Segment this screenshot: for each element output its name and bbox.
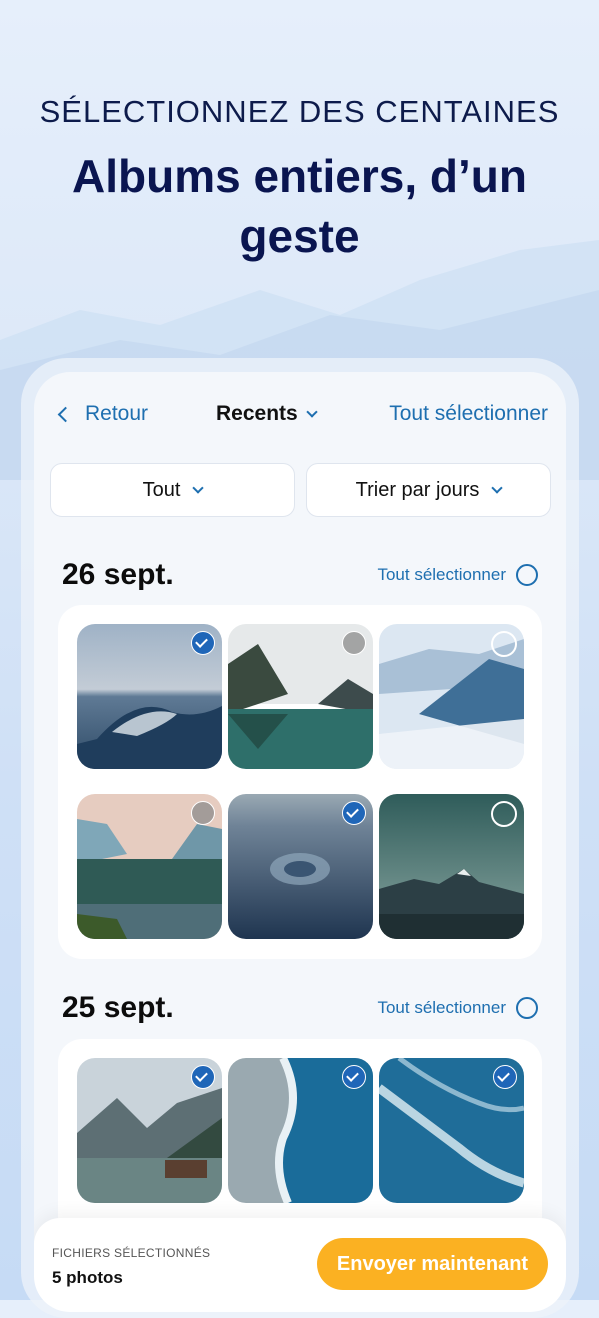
forest-sunset-photo[interactable] (77, 794, 222, 939)
photo-card (58, 605, 542, 959)
select-circle-icon[interactable] (516, 997, 538, 1019)
section-header: 25 sept. Tout sélectionner (34, 991, 566, 1031)
send-now-button[interactable]: Envoyer maintenant (317, 1238, 548, 1290)
section-date: 26 sept. (62, 558, 174, 591)
water-splash-photo[interactable] (228, 794, 373, 939)
selected-check-icon (191, 1065, 215, 1089)
alpine-lake-cabin-photo[interactable] (77, 1058, 222, 1203)
sort-dropdown[interactable]: Trier par jours (306, 463, 551, 517)
type-filter-label: Tout (142, 478, 181, 501)
selected-check-icon (191, 631, 215, 655)
section-select-all-label: Tout sélectionner (377, 998, 506, 1017)
title-line-2: geste (239, 210, 360, 262)
unselected-circle-icon (491, 801, 517, 827)
select-circle-icon[interactable] (516, 564, 538, 586)
nav-bar: Retour Recents Tout sélectionner (34, 402, 566, 438)
select-all-button[interactable]: Tout sélectionner (389, 402, 548, 426)
back-label: Retour (85, 402, 149, 425)
chevron-down-icon (306, 406, 318, 418)
chevron-down-icon (491, 482, 504, 494)
selected-check-icon (342, 1065, 366, 1089)
unselected-circle-icon (342, 631, 366, 655)
section-header: 26 sept. Tout sélectionner (34, 558, 566, 598)
misty-mountains-photo[interactable] (379, 624, 524, 769)
section-select-all[interactable]: Tout sélectionner (377, 564, 538, 586)
aerial-beach-photo[interactable] (228, 1058, 373, 1203)
page-kicker: SÉLECTIONNEZ DES CENTAINES (39, 94, 560, 129)
selected-check-icon (342, 801, 366, 825)
section-select-all[interactable]: Tout sélectionner (377, 997, 538, 1019)
wave-photo[interactable] (77, 624, 222, 769)
chevron-down-icon (192, 482, 205, 494)
sort-label: Trier par jours (355, 478, 480, 501)
section-date: 25 sept. (62, 991, 174, 1024)
unselected-circle-icon (491, 631, 517, 657)
app-screen: Retour Recents Tout sélectionner Tout Tr… (34, 372, 566, 1312)
selected-files-label: FICHIERS SÉLECTIONNÉS (52, 1246, 211, 1260)
lake-mountain-photo[interactable] (228, 624, 373, 769)
back-button[interactable]: Retour (56, 402, 148, 426)
chevron-left-icon (57, 406, 74, 422)
album-picker[interactable]: Recents (216, 402, 318, 426)
filters-row: Tout Trier par jours (50, 463, 551, 517)
selected-check-icon (493, 1065, 517, 1089)
section-select-all-label: Tout sélectionner (377, 565, 506, 584)
aerial-waves-photo[interactable] (379, 1058, 524, 1203)
album-title: Recents (216, 402, 298, 425)
snowy-peak-photo[interactable] (379, 794, 524, 939)
title-line-1: Albums entiers, d’un (72, 150, 527, 202)
unselected-circle-icon (191, 801, 215, 825)
page-title: Albums entiers, d’un geste (0, 146, 599, 266)
selection-bar: FICHIERS SÉLECTIONNÉS 5 photos Envoyer m… (34, 1218, 566, 1312)
selected-count: 5 photos (52, 1268, 123, 1287)
type-filter-dropdown[interactable]: Tout (50, 463, 295, 517)
